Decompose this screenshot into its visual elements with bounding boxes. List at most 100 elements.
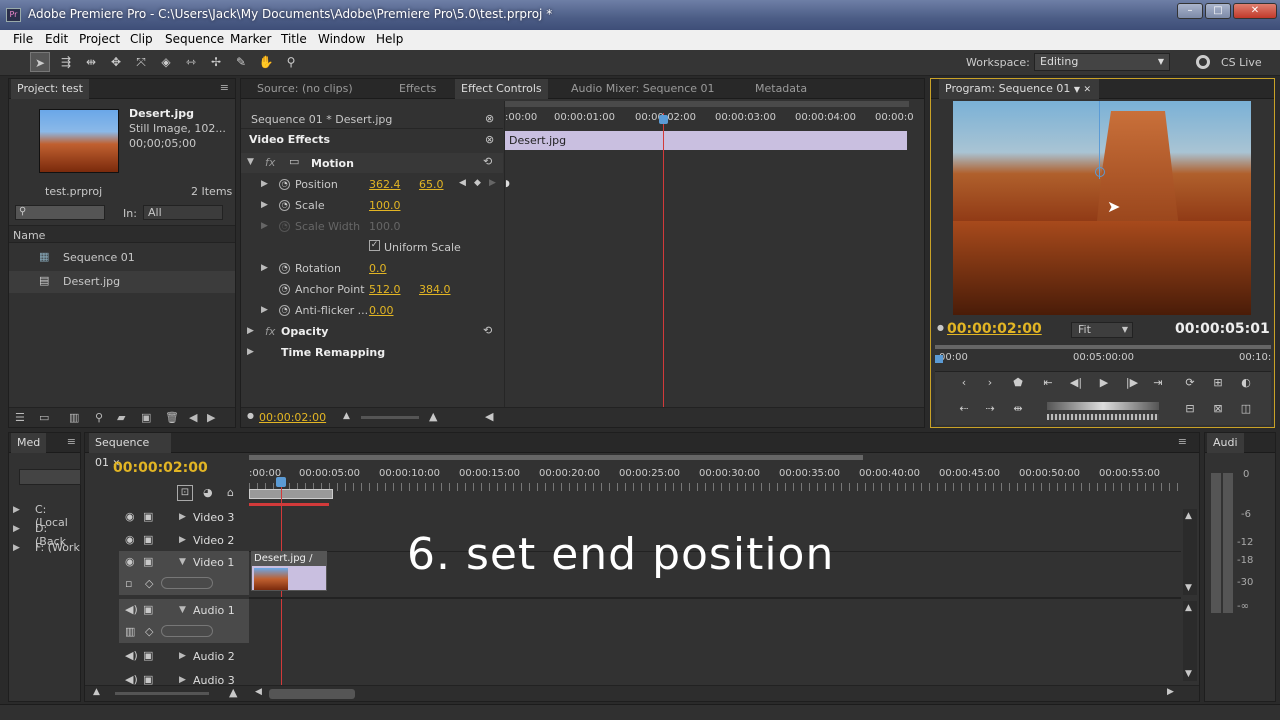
display-style-icon[interactable]: ▫ xyxy=(125,577,132,590)
expand-triangle-icon[interactable]: ▶ xyxy=(179,535,186,545)
ec-clip-bar[interactable]: Desert.jpg xyxy=(505,131,907,150)
menu-help[interactable]: Help xyxy=(376,32,403,46)
loop-icon[interactable]: ⟳ xyxy=(1181,376,1199,389)
shuttle-left-icon[interactable]: ⇠ xyxy=(955,402,973,415)
expand-triangle-icon[interactable]: ▶ xyxy=(261,305,268,315)
export-frame-icon[interactable]: ◫ xyxy=(1237,402,1255,415)
position-x-value[interactable]: 362.4 xyxy=(369,178,401,191)
eye-icon[interactable]: ◉ xyxy=(125,555,135,568)
panel-menu-icon[interactable]: ≡ xyxy=(1178,435,1187,448)
program-current-time[interactable]: 00:00:02:00 xyxy=(947,321,1042,337)
ec-playhead[interactable] xyxy=(663,113,664,407)
shuttle-right-icon[interactable]: ⇢ xyxy=(981,402,999,415)
slip-tool-icon[interactable]: ⇿ xyxy=(181,52,201,72)
close-button[interactable]: ✕ xyxy=(1233,3,1277,19)
stopwatch-icon[interactable]: ◔ xyxy=(279,263,290,274)
tab-effects[interactable]: Effects xyxy=(393,79,442,99)
name-column-header[interactable]: Name xyxy=(13,229,45,242)
tab-sequence[interactable]: Sequence 01 ✕ xyxy=(89,433,171,469)
scroll-left-icon[interactable]: ◀ xyxy=(255,687,262,697)
tab-media-browser[interactable]: Med xyxy=(11,433,47,453)
find-icon[interactable]: ⚲ xyxy=(95,411,103,424)
scroll-left-icon[interactable]: ◀ xyxy=(485,410,493,423)
media-path-dropdown[interactable] xyxy=(19,469,81,485)
work-area-bar[interactable] xyxy=(249,489,333,499)
menu-project[interactable]: Project xyxy=(79,32,120,46)
tab-effect-controls[interactable]: Effect Controls xyxy=(455,79,548,99)
lift-icon[interactable]: ⊟ xyxy=(1181,402,1199,415)
fx-badge-icon[interactable]: fx xyxy=(265,325,275,338)
anchor-y-value[interactable]: 384.0 xyxy=(419,283,451,296)
zoom-out-icon[interactable]: ▲ xyxy=(93,687,100,697)
hand-tool-icon[interactable]: ✋ xyxy=(256,52,276,72)
ec-current-time[interactable]: 00:00:02:00 xyxy=(259,411,326,424)
prev-keyframe-icon[interactable]: ◀ xyxy=(459,178,466,188)
step-back-icon[interactable]: ◀| xyxy=(1067,376,1085,389)
timeline-current-time[interactable]: 00:00:02:00 xyxy=(113,460,208,476)
track-select-tool-icon[interactable]: ⇶ xyxy=(56,52,76,72)
rolling-edit-tool-icon[interactable]: ✥ xyxy=(106,52,126,72)
tab-project[interactable]: Project: test xyxy=(11,79,89,99)
program-video-frame[interactable] xyxy=(953,101,1251,315)
menu-title[interactable]: Title xyxy=(281,32,307,46)
output-icon[interactable]: ◐ xyxy=(1237,376,1255,389)
timeline-ruler[interactable] xyxy=(249,483,1181,491)
icon-view-icon[interactable]: ▭ xyxy=(39,411,49,424)
expand-triangle-icon[interactable]: ▶ xyxy=(261,263,268,273)
stopwatch-icon[interactable]: ◔ xyxy=(279,284,290,295)
new-bin-icon[interactable]: ▰ xyxy=(117,411,125,424)
timeline-clip[interactable]: Desert.jpg / xyxy=(251,551,327,591)
collapse-triangle-icon[interactable]: ▼ xyxy=(179,605,186,615)
expand-triangle-icon[interactable]: ▶ xyxy=(179,651,186,661)
set-marker-icon[interactable]: ◕ xyxy=(203,486,213,499)
program-playhead-icon[interactable] xyxy=(935,355,943,363)
stopwatch-icon[interactable]: ◔ xyxy=(279,200,290,211)
new-item-icon[interactable]: ▣ xyxy=(141,411,151,424)
add-keyframe-icon[interactable]: ◆ xyxy=(474,178,481,188)
safe-margins-icon[interactable]: ⊞ xyxy=(1209,376,1227,389)
position-y-value[interactable]: 65.0 xyxy=(419,178,444,191)
speaker-icon[interactable]: ◀) xyxy=(125,649,138,662)
keyframe-nav-control[interactable] xyxy=(161,625,213,637)
video-effects-toggle-icon[interactable]: ⊗ xyxy=(485,133,494,146)
snap-icon[interactable]: ⊡ xyxy=(177,485,193,501)
pen-tool-icon[interactable]: ✎ xyxy=(231,52,251,72)
lock-icon[interactable]: ▣ xyxy=(143,649,153,662)
scroll-up-icon[interactable]: ▲ xyxy=(1185,603,1192,613)
marker-icon[interactable]: ⬟ xyxy=(1009,376,1027,389)
close-tab-icon[interactable]: ✕ xyxy=(1084,85,1092,95)
maximize-button[interactable]: □ xyxy=(1205,3,1231,19)
add-marker-icon[interactable]: ⌂ xyxy=(227,486,234,499)
scroll-left-icon[interactable]: ◀ xyxy=(189,411,197,424)
keyframe-nav-control[interactable] xyxy=(161,577,213,589)
scroll-down-icon[interactable]: ▼ xyxy=(1185,583,1192,593)
keyframe-toggle-icon[interactable]: ◇ xyxy=(145,625,153,638)
stopwatch-icon[interactable]: ◔ xyxy=(279,179,290,190)
in-dropdown[interactable]: All xyxy=(143,205,223,220)
eye-icon[interactable]: ◉ xyxy=(125,510,135,523)
lock-icon[interactable]: ▣ xyxy=(143,555,153,568)
scroll-right-icon[interactable]: ▶ xyxy=(1167,687,1174,697)
next-keyframe-icon[interactable]: ▶ xyxy=(489,178,496,188)
razor-tool-icon[interactable]: ◈ xyxy=(156,52,176,72)
expand-triangle-icon[interactable]: ▶ xyxy=(13,505,20,515)
speaker-icon[interactable]: ◀) xyxy=(125,603,138,616)
expand-triangle-icon[interactable]: ▶ xyxy=(247,347,254,357)
minimize-button[interactable]: – xyxy=(1177,3,1203,19)
zoom-in-icon[interactable]: ▲ xyxy=(429,410,437,423)
zoom-tool-icon[interactable]: ⚲ xyxy=(281,52,301,72)
expand-triangle-icon[interactable]: ▶ xyxy=(179,512,186,522)
scroll-up-icon[interactable]: ▲ xyxy=(1185,511,1192,521)
menu-sequence[interactable]: Sequence xyxy=(165,32,224,46)
program-zoom-bar[interactable] xyxy=(935,345,1271,349)
motion-transform-icon[interactable]: ▭ xyxy=(289,155,299,168)
list-item[interactable]: ▤ Desert.jpg xyxy=(9,271,235,293)
menu-file[interactable]: File xyxy=(13,32,33,46)
automate-icon[interactable]: ▥ xyxy=(69,411,79,424)
ec-zoom-bar[interactable] xyxy=(505,101,909,107)
cslive-label[interactable]: CS Live xyxy=(1221,56,1262,69)
opacity-row[interactable]: ▶ fx Opacity ⟲ xyxy=(241,322,503,342)
trash-icon[interactable]: 🗑 xyxy=(165,411,179,424)
scale-value[interactable]: 100.0 xyxy=(369,199,401,212)
cslive-icon[interactable] xyxy=(1196,55,1210,69)
